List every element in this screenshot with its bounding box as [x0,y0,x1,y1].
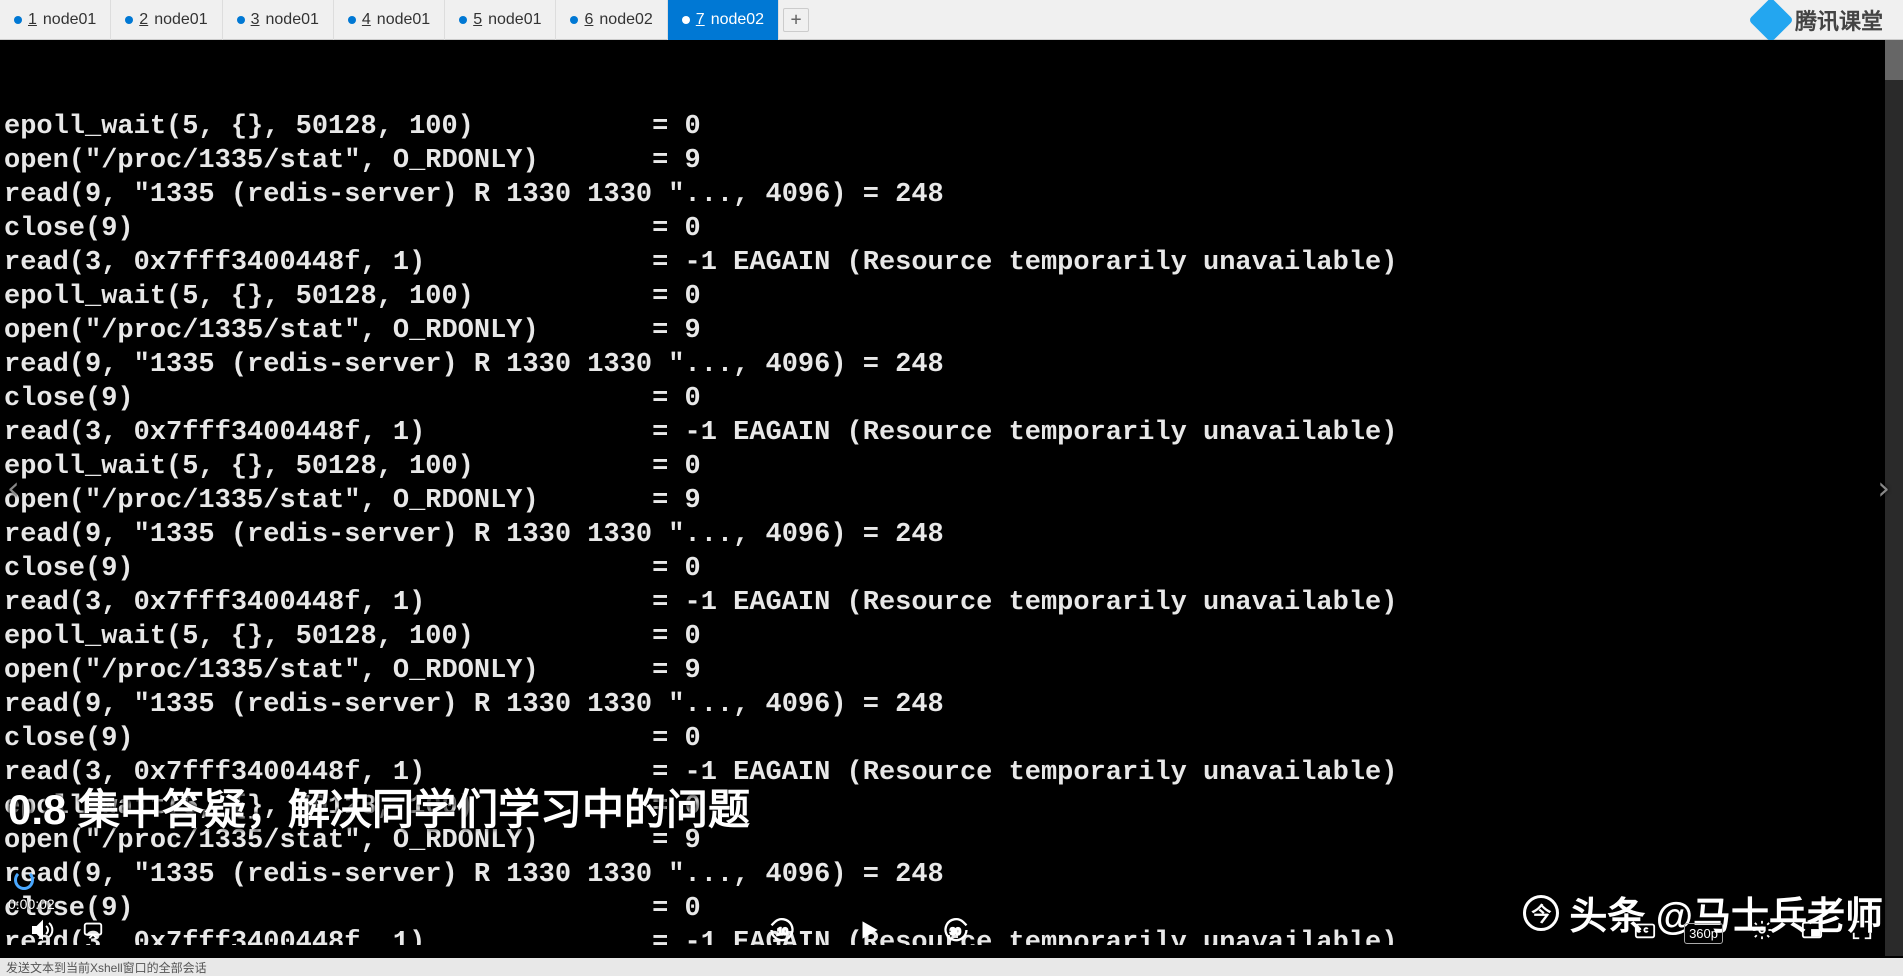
terminal-line: read(3, 0x7fff3400448f, 1) = -1 EAGAIN (… [4,416,1899,450]
add-tab-button[interactable]: + [783,8,809,32]
tab-label: node01 [377,11,430,29]
connection-status-icon [570,16,578,24]
terminal-line: read(9, "1335 (redis-server) R 1330 1330… [4,518,1899,552]
connection-status-icon [459,16,467,24]
connection-status-icon [237,16,245,24]
tab-5-node01[interactable]: 5 node01 [445,0,556,40]
terminal-line: open("/proc/1335/stat", O_RDONLY) = 9 [4,314,1899,348]
status-bar: 发送文本到当前Xshell窗口的全部会话 [0,958,1903,976]
tab-number: 1 [28,11,37,29]
terminal-line: epoll_wait(5, {}, 50128, 100) = 0 [4,110,1899,144]
terminal-line: read(3, 0x7fff3400448f, 1) = -1 EAGAIN (… [4,246,1899,280]
terminal-line: read(3, 0x7fff3400448f, 1) = -1 EAGAIN (… [4,586,1899,620]
terminal-line: open("/proc/1335/stat", O_RDONLY) = 9 [4,144,1899,178]
tab-label: node01 [266,11,319,29]
rewind-button[interactable]: 10 [768,916,796,950]
svg-text:10: 10 [777,927,787,937]
terminal-line: open("/proc/1335/stat", O_RDONLY) = 9 [4,484,1899,518]
brand-logo: 腾讯课堂 [1735,0,1903,40]
captions-icon[interactable] [1634,919,1656,947]
terminal-line: read(9, "1335 (redis-server) R 1330 1330… [4,178,1899,212]
tab-number: 5 [473,11,482,29]
connection-status-icon [682,16,690,24]
terminal-line: close(9) = 0 [4,212,1899,246]
prev-video-button[interactable]: ‹ [4,469,23,507]
tab-7-node02[interactable]: 7 node02 [668,0,779,40]
tab-label: node01 [43,11,96,29]
quality-label[interactable]: 360p [1684,923,1723,944]
forward-button[interactable]: 30 [942,916,970,950]
next-video-button[interactable]: › [1874,469,1893,507]
status-text: 发送文本到当前Xshell窗口的全部会话 [6,961,207,975]
fullscreen-icon[interactable] [1851,919,1873,947]
tab-1-node01[interactable]: 1 node01 [0,0,111,40]
subtitle-caption: 0.8 集中答疑，解决同学们学习中的问题 [8,776,750,837]
terminal-line: epoll_wait(5, {}, 50128, 100) = 0 [4,450,1899,484]
terminal-line: read(9, "1335 (redis-server) R 1330 1330… [4,348,1899,382]
terminal-line: close(9) = 0 [4,552,1899,586]
tab-number: 7 [696,11,705,29]
brand-text: 腾讯课堂 [1795,4,1883,36]
svg-text:30: 30 [950,927,960,937]
terminal-line: epoll_wait(5, {}, 50128, 100) = 0 [4,280,1899,314]
terminal-line: close(9) = 0 [4,722,1899,756]
connection-status-icon [348,16,356,24]
tab-label: node02 [711,11,764,29]
loading-spinner-icon [14,870,34,890]
tab-number: 6 [584,11,593,29]
settings-icon[interactable] [1751,919,1773,947]
volume-icon[interactable] [30,918,54,948]
tab-4-node01[interactable]: 4 node01 [334,0,445,40]
terminal-line: epoll_wait(5, {}, 50128, 100) = 0 [4,620,1899,654]
tab-label: node02 [599,11,652,29]
tab-6-node02[interactable]: 6 node02 [556,0,667,40]
play-button[interactable] [856,917,882,949]
connection-status-icon [125,16,133,24]
pip-icon[interactable] [1801,919,1823,947]
tab-label: node01 [154,11,207,29]
tab-number: 4 [362,11,371,29]
tab-number: 2 [139,11,148,29]
tab-number: 3 [251,11,260,29]
tab-label: node01 [488,11,541,29]
connection-status-icon [14,16,22,24]
terminal-line: open("/proc/1335/stat", O_RDONLY) = 9 [4,654,1899,688]
brand-icon [1748,0,1793,43]
terminal-line: close(9) = 0 [4,382,1899,416]
comment-icon[interactable] [82,919,104,947]
terminal-line: read(9, "1335 (redis-server) R 1330 1330… [4,688,1899,722]
tab-bar: 1 node012 node013 node014 node015 node01… [0,0,1903,40]
tab-2-node01[interactable]: 2 node01 [111,0,222,40]
tab-3-node01[interactable]: 3 node01 [223,0,334,40]
scrollbar-thumb[interactable] [1885,40,1903,80]
video-player-controls: 10 30 360p [0,908,1903,958]
